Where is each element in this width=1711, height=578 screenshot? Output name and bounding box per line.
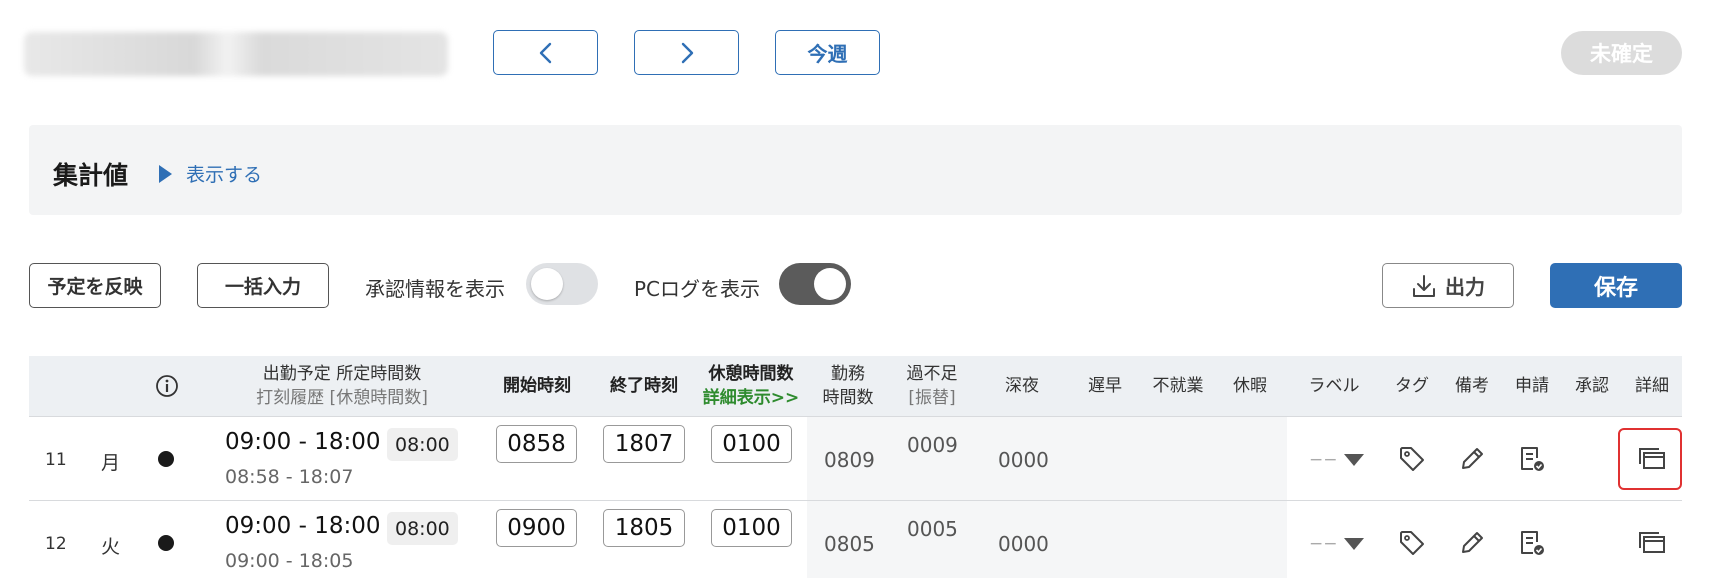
status-badge: 未確定 <box>1561 31 1682 75</box>
summary-toggle-label: 表示する <box>186 164 263 186</box>
header-work-hours: 勤務 時間数 <box>818 362 878 410</box>
row-punch-history: 08:58 - 18:07 <box>225 466 354 488</box>
header-end-time: 終了時刻 <box>610 376 678 396</box>
label-dropdown[interactable]: −− <box>1309 534 1364 554</box>
header-request: 申請 <box>1515 376 1549 396</box>
label-value: −− <box>1309 450 1338 470</box>
export-label: 出力 <box>1445 275 1485 299</box>
tag-icon[interactable] <box>1397 528 1427 558</box>
header-late-early: 遅早 <box>1088 376 1122 396</box>
row-divider <box>29 416 1682 417</box>
header-start-time: 開始時刻 <box>503 376 571 396</box>
save-button[interactable]: 保存 <box>1550 263 1682 308</box>
header-over-short-line1: 過不足 <box>906 364 958 384</box>
end-time-input[interactable]: 1807 <box>603 425 685 463</box>
date-range-blurred <box>24 32 448 76</box>
work-hours-value: 0809 <box>824 448 875 472</box>
header-note: 備考 <box>1455 376 1489 396</box>
header-approval: 承認 <box>1575 376 1609 396</box>
bulk-input-button[interactable]: 一括入力 <box>197 263 329 308</box>
late-night-value: 0000 <box>998 532 1049 556</box>
over-short-value: 0005 <box>907 517 958 541</box>
header-late-night: 深夜 <box>1005 376 1039 396</box>
chevron-left-icon <box>539 42 551 63</box>
end-time-input[interactable]: 1805 <box>603 509 685 547</box>
row-day: 11 <box>45 450 67 470</box>
work-hours-value: 0805 <box>824 532 875 556</box>
row-schedule: 09:00 - 18:00 <box>225 429 381 455</box>
row-punch-history: 09:00 - 18:05 <box>225 550 354 572</box>
request-document-icon[interactable] <box>1517 444 1547 474</box>
row-weekday: 火 <box>101 536 121 558</box>
header-absence: 不就業 <box>1152 376 1204 396</box>
summary-expand-toggle[interactable]: 表示する <box>159 160 262 187</box>
row-weekday: 月 <box>101 452 121 474</box>
header-tag: タグ <box>1395 376 1429 396</box>
header-planned: 出勤予定 所定時間数 打刻履歴 [休憩時間数] <box>247 362 437 410</box>
this-week-button[interactable]: 今週 <box>775 30 880 75</box>
next-week-button[interactable] <box>634 30 739 75</box>
header-over-short: 過不足 [振替] <box>900 362 964 410</box>
download-icon <box>1413 274 1435 297</box>
break-time-input[interactable]: 0100 <box>711 509 792 547</box>
over-short-value: 0009 <box>907 433 958 457</box>
caret-down-icon <box>1343 454 1364 466</box>
start-time-input[interactable]: 0858 <box>496 425 577 463</box>
info-icon[interactable] <box>155 374 179 402</box>
status-dot <box>158 451 174 467</box>
header-leave: 休暇 <box>1233 376 1267 396</box>
header-label: ラベル <box>1308 376 1360 396</box>
detail-button-highlight <box>1618 428 1682 490</box>
header-work-hours-line2: 時間数 <box>822 388 874 408</box>
apply-schedule-button[interactable]: 予定を反映 <box>29 263 161 308</box>
request-document-icon[interactable] <box>1517 528 1547 558</box>
scheduled-hours-chip: 08:00 <box>387 512 458 545</box>
toggle-knob <box>531 268 563 300</box>
summary-title: 集計値 <box>53 161 129 190</box>
chevron-right-icon <box>681 42 693 63</box>
detail-window-icon[interactable] <box>1637 528 1667 558</box>
header-work-hours-line1: 勤務 <box>831 364 865 384</box>
caret-down-icon <box>1343 538 1364 550</box>
header-planned-line1: 出勤予定 所定時間数 <box>262 364 422 384</box>
label-dropdown[interactable]: −− <box>1309 450 1364 470</box>
export-button[interactable]: 出力 <box>1382 263 1514 308</box>
triangle-right-icon <box>159 164 172 183</box>
summary-panel: 集計値 表示する <box>29 125 1682 215</box>
break-detail-link[interactable]: 詳細表示>> <box>702 386 800 410</box>
row-schedule: 09:00 - 18:00 <box>225 513 381 539</box>
pencil-icon[interactable] <box>1457 444 1487 474</box>
show-approval-toggle[interactable] <box>526 263 598 305</box>
scheduled-hours-chip: 08:00 <box>387 428 458 461</box>
row-day: 12 <box>45 534 67 554</box>
header-over-short-line2: [振替] <box>908 388 956 408</box>
header-planned-line2: 打刻履歴 [休憩時間数] <box>256 388 428 408</box>
show-approval-label: 承認情報を表示 <box>365 277 505 301</box>
prev-week-button[interactable] <box>493 30 598 75</box>
header-break-time: 休憩時間数 詳細表示>> <box>702 362 800 410</box>
label-value: −− <box>1309 534 1338 554</box>
show-pclog-label: PCログを表示 <box>634 277 761 301</box>
tag-icon[interactable] <box>1397 444 1427 474</box>
late-night-value: 0000 <box>998 448 1049 472</box>
show-pclog-toggle[interactable] <box>779 263 851 305</box>
status-dot <box>158 535 174 551</box>
header-detail: 詳細 <box>1635 376 1669 396</box>
start-time-input[interactable]: 0900 <box>496 509 577 547</box>
break-time-input[interactable]: 0100 <box>711 425 792 463</box>
pencil-icon[interactable] <box>1457 528 1487 558</box>
toggle-knob <box>814 268 846 300</box>
row-divider <box>29 500 1682 501</box>
header-break-label: 休憩時間数 <box>708 364 794 384</box>
